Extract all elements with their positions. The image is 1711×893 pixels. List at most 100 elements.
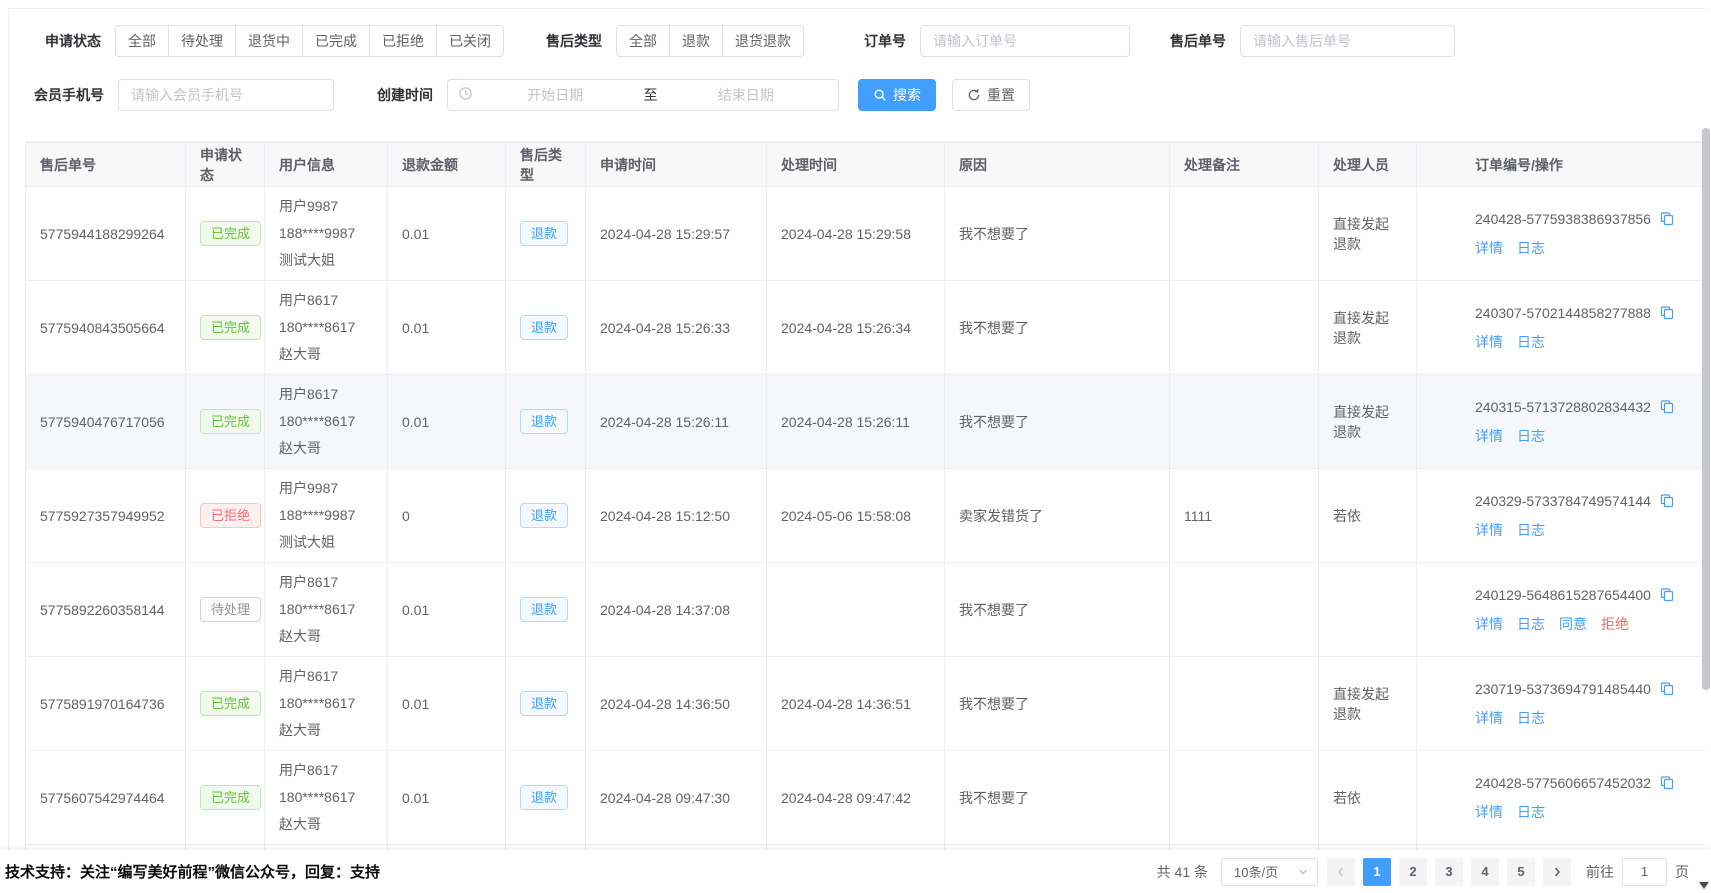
copy-icon[interactable] xyxy=(1659,211,1675,227)
cell-refund-amount: 0 xyxy=(388,469,506,563)
status-filter-option[interactable]: 已完成 xyxy=(303,25,370,57)
cell-apply-time: 2024-04-28 15:26:33 xyxy=(586,281,767,375)
column-header: 原因 xyxy=(945,143,1170,187)
order-number: 240428-5775938386937856 xyxy=(1475,206,1651,232)
action-link[interactable]: 日志 xyxy=(1517,611,1545,637)
cell-handler: 直接发起退款 xyxy=(1319,187,1417,281)
prev-page-button[interactable] xyxy=(1327,858,1355,886)
status-filter-option[interactable]: 退货中 xyxy=(236,25,303,57)
copy-icon[interactable] xyxy=(1659,305,1675,321)
user-info-line: 赵大哥 xyxy=(279,341,373,368)
next-page-button[interactable] xyxy=(1543,858,1571,886)
cell-user-info: 用户9987188****9987测试大姐 xyxy=(265,187,388,281)
action-link[interactable]: 同意 xyxy=(1559,611,1587,637)
page-button[interactable]: 2 xyxy=(1399,858,1427,886)
user-info-line: 赵大哥 xyxy=(279,435,373,462)
cell-remark xyxy=(1170,187,1319,281)
chevron-left-icon xyxy=(1335,866,1347,878)
page-scrollbar[interactable] xyxy=(1701,0,1710,893)
action-link[interactable]: 日志 xyxy=(1517,799,1545,825)
chevron-right-icon xyxy=(1551,866,1563,878)
cell-apply-time: 2024-04-28 09:47:30 xyxy=(586,751,767,845)
action-link[interactable]: 详情 xyxy=(1475,705,1503,731)
cell-service-no: 5775944188299264 xyxy=(26,187,186,281)
user-info-line: 180****8617 xyxy=(279,314,373,341)
action-link[interactable]: 详情 xyxy=(1475,329,1503,355)
copy-icon[interactable] xyxy=(1659,399,1675,415)
copy-icon[interactable] xyxy=(1659,775,1675,791)
cell-service-type: 退款 xyxy=(506,187,586,281)
table-row: 5775892260358144待处理用户8617180****8617赵大哥0… xyxy=(26,563,1706,657)
page-button[interactable]: 1 xyxy=(1363,858,1391,886)
create-time-range-picker[interactable]: 开始日期 至 结束日期 xyxy=(447,79,839,111)
phone-label: 会员手机号 xyxy=(34,85,104,105)
pager: 12345 xyxy=(1327,858,1571,886)
filter-row-1: 申请状态 全部待处理退货中已完成已拒绝已关闭 售后类型 全部退款退货退款 订单号… xyxy=(45,25,1705,57)
column-header: 处理人员 xyxy=(1319,143,1417,187)
cell-reason: 我不想要了 xyxy=(945,751,1170,845)
page-button[interactable]: 4 xyxy=(1471,858,1499,886)
page-button[interactable]: 3 xyxy=(1435,858,1463,886)
order-no-input[interactable] xyxy=(920,25,1130,57)
cell-refund-amount: 0.01 xyxy=(388,281,506,375)
search-button[interactable]: 搜索 xyxy=(858,79,936,111)
goto-unit: 页 xyxy=(1675,862,1689,882)
reset-button[interactable]: 重置 xyxy=(952,79,1030,111)
phone-input[interactable] xyxy=(118,79,334,111)
column-header: 用户信息 xyxy=(265,143,388,187)
user-info-line: 用户8617 xyxy=(279,287,373,314)
page-size-select[interactable]: 10条/页 xyxy=(1221,858,1318,886)
status-filter-option[interactable]: 待处理 xyxy=(169,25,236,57)
status-filter-option[interactable]: 全部 xyxy=(115,25,169,57)
action-link[interactable]: 详情 xyxy=(1475,517,1503,543)
type-filter-option[interactable]: 退货退款 xyxy=(723,25,804,57)
cell-user-info: 用户8617180****8617赵大哥 xyxy=(265,563,388,657)
cell-status: 已完成 xyxy=(186,375,265,469)
user-info-line: 用户8617 xyxy=(279,757,373,784)
cell-service-type: 退款 xyxy=(506,657,586,751)
service-no-input[interactable] xyxy=(1240,25,1455,57)
column-header: 售后单号 xyxy=(26,143,186,187)
cell-remark xyxy=(1170,281,1319,375)
copy-icon[interactable] xyxy=(1659,681,1675,697)
action-link[interactable]: 详情 xyxy=(1475,235,1503,261)
user-info-line: 用户8617 xyxy=(279,569,373,596)
action-link[interactable]: 详情 xyxy=(1475,799,1503,825)
type-filter-option[interactable]: 退款 xyxy=(670,25,723,57)
status-filter-option[interactable]: 已关闭 xyxy=(437,25,504,57)
status-filter-option[interactable]: 已拒绝 xyxy=(370,25,437,57)
cell-handler: 若依 xyxy=(1319,469,1417,563)
table-row: 5775940476717056已完成用户8617180****8617赵大哥0… xyxy=(26,375,1706,469)
cell-handle-time: 2024-04-28 09:47:42 xyxy=(767,751,945,845)
page-buttons: 12345 xyxy=(1363,858,1535,886)
start-date-placeholder[interactable]: 开始日期 xyxy=(473,85,638,105)
user-info-line: 测试大姐 xyxy=(279,247,373,274)
cell-service-type: 退款 xyxy=(506,563,586,657)
action-link[interactable]: 详情 xyxy=(1475,423,1503,449)
service-type-tag: 退款 xyxy=(520,503,568,528)
page-button[interactable]: 5 xyxy=(1507,858,1535,886)
status-tag: 已完成 xyxy=(200,785,261,810)
cell-order-actions: 230719-5373694791485440详情日志 xyxy=(1417,657,1706,751)
action-link[interactable]: 拒绝 xyxy=(1601,611,1629,637)
cell-handler: 直接发起退款 xyxy=(1319,375,1417,469)
order-number: 240329-5733784749574144 xyxy=(1475,488,1651,514)
after-sale-table: 售后单号申请状态用户信息退款金额售后类型申请时间处理时间原因处理备注处理人员订单… xyxy=(25,141,1705,851)
chevron-down-icon xyxy=(1297,866,1309,878)
action-link[interactable]: 日志 xyxy=(1517,235,1545,261)
type-filter-option[interactable]: 全部 xyxy=(616,25,670,57)
action-link[interactable]: 日志 xyxy=(1517,329,1545,355)
table-row: 5775940843505664已完成用户8617180****8617赵大哥0… xyxy=(26,281,1706,375)
goto-label: 前往 xyxy=(1586,862,1614,882)
action-link[interactable]: 详情 xyxy=(1475,611,1503,637)
end-date-placeholder[interactable]: 结束日期 xyxy=(664,85,829,105)
action-link[interactable]: 日志 xyxy=(1517,517,1545,543)
copy-icon[interactable] xyxy=(1659,493,1675,509)
cell-handle-time: 2024-04-28 14:36:51 xyxy=(767,657,945,751)
goto-page-input[interactable] xyxy=(1622,858,1667,886)
action-link[interactable]: 日志 xyxy=(1517,423,1545,449)
scrollbar-thumb[interactable] xyxy=(1702,128,1710,690)
action-link[interactable]: 日志 xyxy=(1517,705,1545,731)
user-info-line: 用户8617 xyxy=(279,381,373,408)
copy-icon[interactable] xyxy=(1659,587,1675,603)
